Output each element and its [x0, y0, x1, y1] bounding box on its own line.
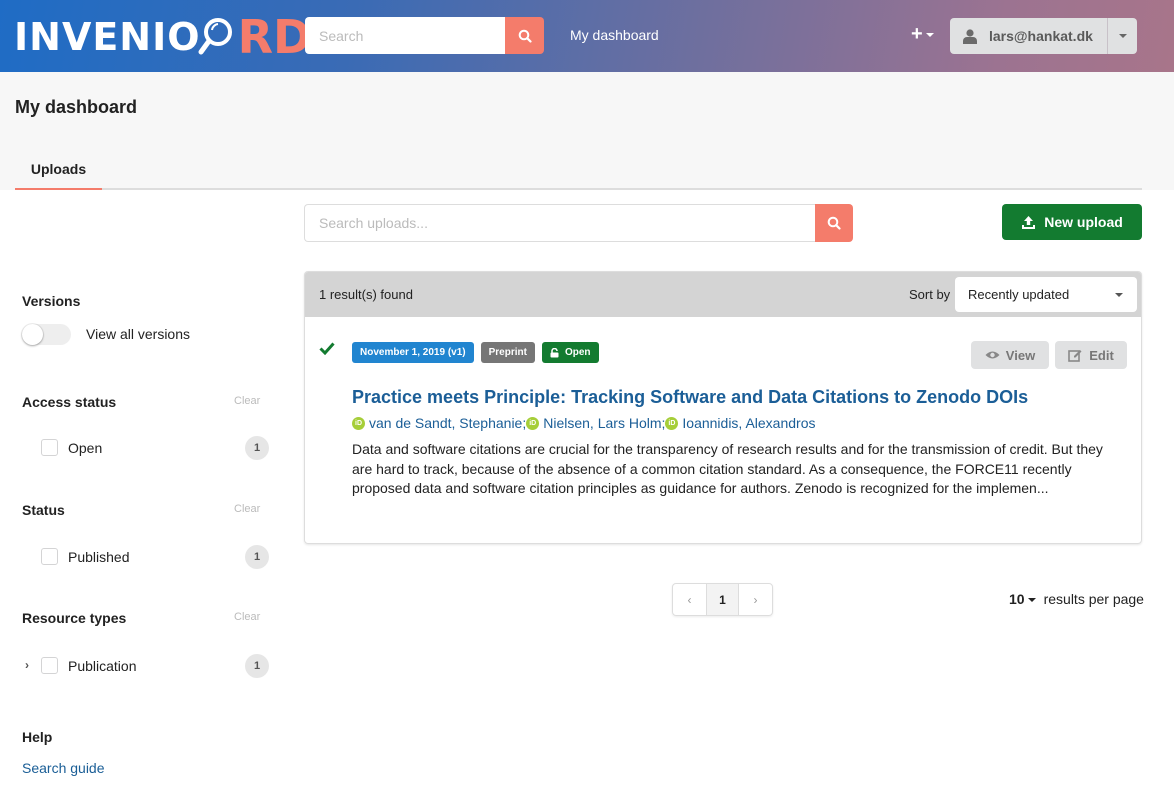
orcid-icon: iD [352, 416, 365, 430]
search-icon [827, 216, 841, 230]
results-count: 1 result(s) found [319, 287, 413, 302]
orcid-icon: iD [526, 416, 540, 430]
status-heading: Status [22, 502, 65, 518]
resource-type-badge: Preprint [480, 342, 535, 363]
sort-value: Recently updated [968, 287, 1070, 302]
view-all-versions-toggle[interactable] [22, 324, 71, 345]
check-icon [319, 342, 335, 355]
user-menu: lars@hankat.dk [950, 18, 1137, 54]
plus-icon: + [911, 23, 923, 45]
record-title-link[interactable]: Practice meets Principle: Tracking Softw… [352, 387, 1028, 408]
sort-label: Sort by [909, 287, 951, 302]
search-icon [518, 29, 532, 43]
author-name: Ioannidis, Alexandros [682, 415, 816, 431]
dashboard-tabs: Uploads [15, 152, 1142, 190]
header-search-button[interactable] [505, 17, 544, 54]
page-header: My dashboard Uploads [0, 72, 1174, 190]
page-title: My dashboard [15, 97, 138, 117]
unlock-icon [550, 347, 559, 357]
resource-types-heading: Resource types [22, 610, 127, 626]
status-clear[interactable]: Clear [234, 503, 260, 515]
facet-count: 1 [245, 654, 269, 678]
record-description: Data and software citations are crucial … [352, 441, 1103, 496]
edit-button[interactable]: Edit [1055, 341, 1127, 369]
nav-my-dashboard[interactable]: My dashboard [570, 27, 659, 43]
header-search-input[interactable] [305, 17, 505, 54]
sort-dropdown[interactable]: Recently updated [955, 277, 1137, 312]
orcid-icon: iD [665, 416, 679, 430]
uploads-search-button[interactable] [815, 204, 853, 242]
results-panel: 1 result(s) found Sort by Recently updat… [304, 271, 1142, 544]
prev-page-button[interactable]: ‹ [673, 584, 706, 615]
eye-icon [985, 351, 1000, 359]
caret-down-icon [925, 33, 934, 37]
caret-down-icon [1115, 293, 1123, 297]
logo-text-invenio: INVENIO [14, 15, 201, 59]
author[interactable]: iD van de Sandt, Stephanie; [352, 415, 526, 431]
results-per-page: 10 results per page [1009, 591, 1144, 607]
resource-types-clear[interactable]: Clear [234, 611, 260, 623]
help-heading: Help [22, 729, 53, 745]
versions-heading: Versions [22, 293, 81, 309]
facet-publication[interactable]: Publication 1 [41, 654, 271, 678]
caret-down-icon [1118, 34, 1127, 38]
result-item: November 1, 2019 (v1) Preprint Open View… [305, 317, 1141, 543]
view-all-versions-label: View all versions [86, 326, 191, 342]
access-status-heading: Access status [22, 394, 117, 410]
view-button[interactable]: View [971, 341, 1049, 369]
author[interactable]: iD Ioannidis, Alexandros [665, 415, 815, 431]
access-status-clear[interactable]: Clear [234, 395, 260, 407]
new-upload-label: New upload [1044, 214, 1123, 230]
access-badge-label: Open [564, 347, 591, 358]
view-label: View [1005, 347, 1036, 363]
tab-uploads[interactable]: Uploads [15, 152, 102, 190]
magnifier-logo-icon [198, 14, 234, 60]
author-name: van de Sandt, Stephanie; [369, 415, 527, 431]
per-page-label: results per page [1043, 591, 1144, 607]
facet-count: 1 [245, 436, 269, 460]
facet-label: Open [68, 440, 103, 456]
access-badge: Open [541, 342, 599, 363]
edit-icon [1068, 350, 1082, 362]
facet-label: Publication [68, 658, 137, 674]
author-name: Nielsen, Lars Holm; [543, 415, 666, 431]
toggle-knob [22, 324, 43, 345]
author[interactable]: iD Nielsen, Lars Holm; [526, 415, 665, 431]
facet-open[interactable]: Open 1 [41, 436, 271, 460]
result-badges: November 1, 2019 (v1) Preprint Open [352, 342, 606, 363]
uploads-search [304, 204, 853, 242]
facet-publication-checkbox[interactable] [41, 657, 58, 674]
header-search [305, 17, 544, 54]
caret-down-icon[interactable] [1027, 598, 1036, 602]
user-account-button[interactable]: lars@hankat.dk [950, 18, 1107, 54]
page-1-button[interactable]: 1 [706, 584, 739, 615]
facet-published-checkbox[interactable] [41, 548, 58, 565]
new-upload-button[interactable]: New upload [1002, 204, 1142, 240]
version-date-badge: November 1, 2019 (v1) [352, 342, 474, 363]
uploads-search-input[interactable] [304, 204, 815, 242]
results-header: 1 result(s) found Sort by Recently updat… [305, 272, 1141, 317]
search-guide-link[interactable]: Search guide [22, 760, 105, 776]
per-page-dropdown[interactable]: 10 [1009, 591, 1025, 607]
pagination: ‹ 1 › [672, 583, 773, 616]
facet-published[interactable]: Published 1 [41, 545, 271, 569]
user-email: lars@hankat.dk [989, 28, 1093, 44]
create-menu-button[interactable]: + [911, 24, 934, 44]
top-navbar: INVENIO RDM My dashboard + lars@hankat.d… [0, 0, 1174, 72]
user-dropdown-toggle[interactable] [1107, 18, 1137, 54]
facet-label: Published [68, 549, 130, 565]
user-icon [963, 28, 977, 44]
edit-label: Edit [1089, 347, 1114, 363]
upload-icon [1022, 215, 1036, 229]
facet-count: 1 [245, 545, 269, 569]
facet-open-checkbox[interactable] [41, 439, 58, 456]
chevron-right-icon[interactable]: › [25, 658, 29, 672]
next-page-button[interactable]: › [739, 584, 772, 615]
authors-list: iD van de Sandt, Stephanie; iD Nielsen, La… [352, 415, 815, 431]
